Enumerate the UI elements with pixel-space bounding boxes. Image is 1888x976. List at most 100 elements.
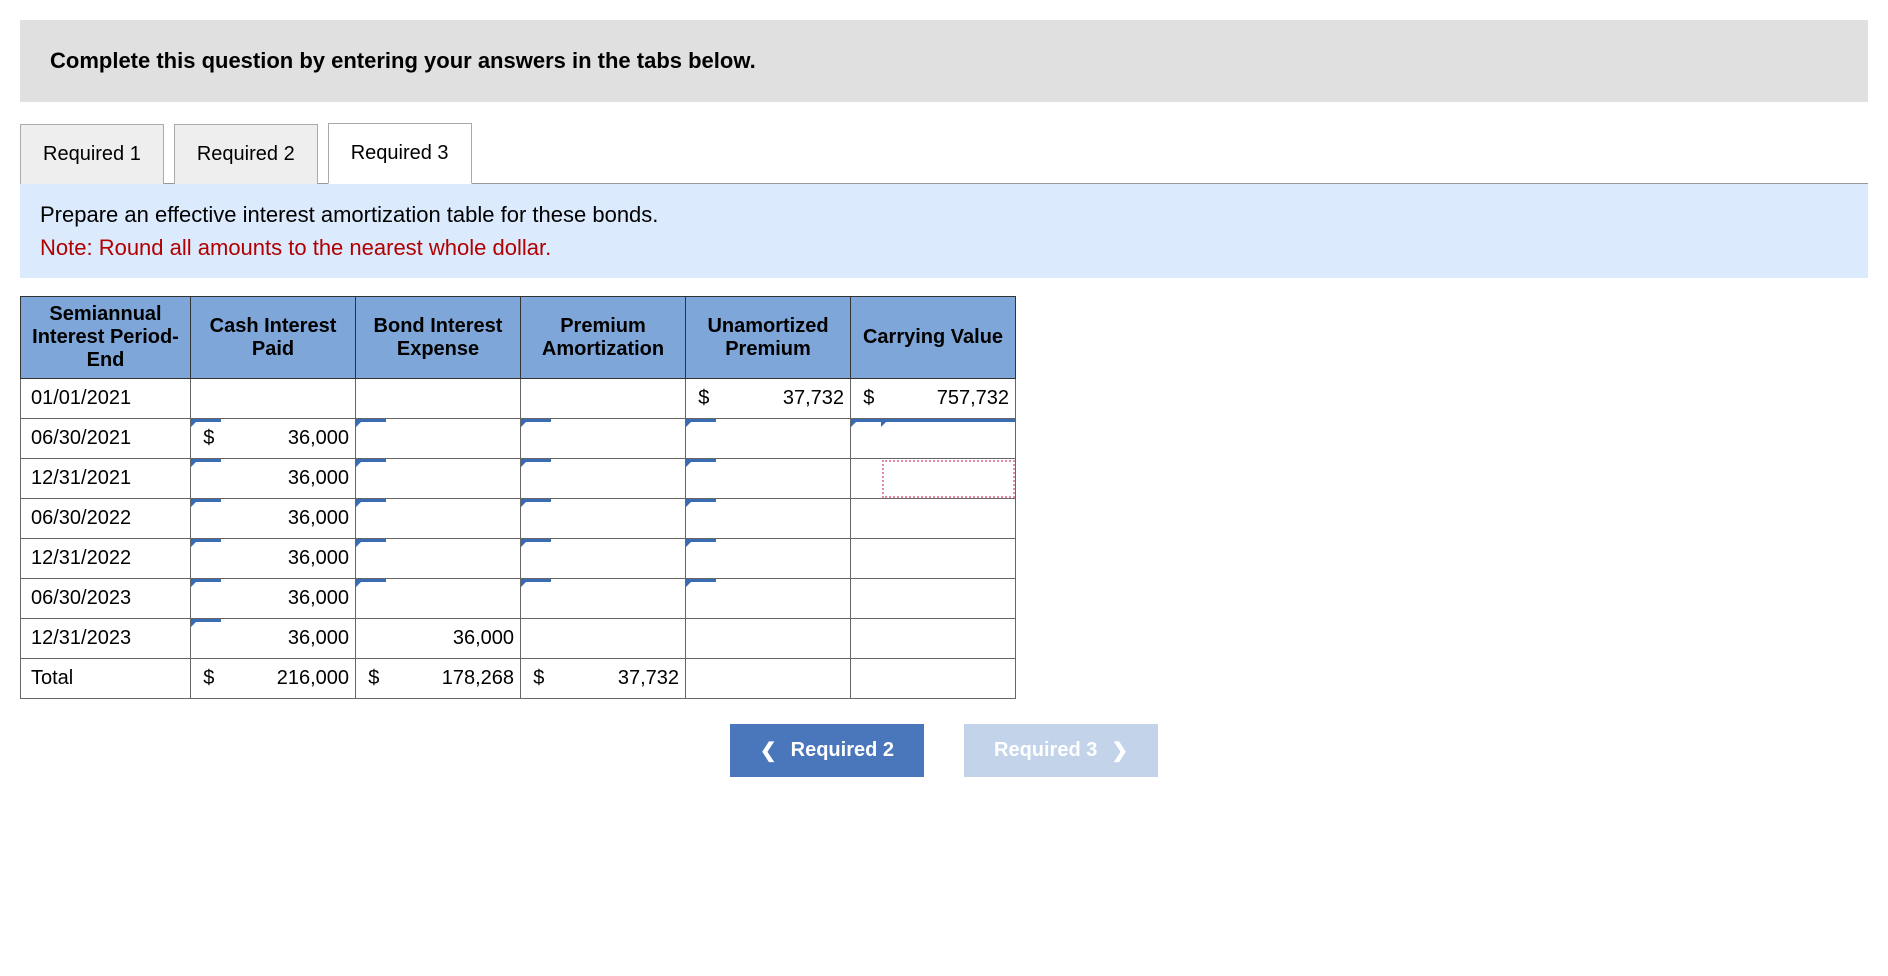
un-symbol-cell[interactable] [686, 459, 716, 499]
tabs-row: Required 1 Required 2 Required 3 [20, 122, 1868, 184]
exp-value-cell [386, 379, 521, 419]
cash-symbol-cell[interactable] [191, 619, 221, 659]
cash-value-cell[interactable]: 36,000 [221, 499, 356, 539]
am-symbol-cell[interactable] [521, 579, 551, 619]
header-period: Semiannual Interest Period-End [21, 297, 191, 379]
header-carrying: Carrying Value [851, 297, 1016, 379]
instruction-banner: Complete this question by entering your … [20, 20, 1868, 102]
period-cell: 12/31/2022 [21, 539, 191, 579]
cash-value-cell[interactable]: 36,000 [221, 459, 356, 499]
am-value-cell[interactable] [551, 579, 686, 619]
period-cell: Total [21, 659, 191, 699]
am-value-cell: 37,732 [551, 659, 686, 699]
period-cell: 06/30/2021 [21, 419, 191, 459]
un-value-cell[interactable] [716, 499, 851, 539]
next-button[interactable]: Required 3 ❯ [964, 724, 1158, 777]
am-value-cell[interactable] [551, 459, 686, 499]
un-value-cell [716, 659, 851, 699]
car-symbol-cell[interactable] [851, 419, 881, 459]
cash-symbol-cell: $ [191, 659, 221, 699]
cash-symbol-cell[interactable] [191, 459, 221, 499]
am-symbol-cell[interactable] [521, 459, 551, 499]
cash-symbol-cell[interactable] [191, 499, 221, 539]
cash-symbol-cell[interactable]: $ [191, 419, 221, 459]
car-symbol-cell [851, 459, 881, 499]
exp-symbol-cell[interactable] [356, 459, 386, 499]
table-header-row: Semiannual Interest Period-End Cash Inte… [21, 297, 1016, 379]
tab-required-1[interactable]: Required 1 [20, 124, 164, 184]
period-cell: 12/31/2021 [21, 459, 191, 499]
prompt-note: Note: Round all amounts to the nearest w… [40, 231, 1848, 264]
exp-symbol-cell [356, 379, 386, 419]
period-cell: 12/31/2023 [21, 619, 191, 659]
exp-symbol-cell[interactable] [356, 499, 386, 539]
tab-required-3[interactable]: Required 3 [328, 123, 472, 184]
car-value-cell [881, 579, 1016, 619]
exp-value-cell[interactable] [386, 419, 521, 459]
header-amortization: Premium Amortization [521, 297, 686, 379]
amortization-table: Semiannual Interest Period-End Cash Inte… [20, 296, 1016, 699]
car-value-cell [881, 539, 1016, 579]
un-value-cell[interactable] [716, 579, 851, 619]
am-symbol-cell[interactable] [521, 419, 551, 459]
cash-value-cell [221, 379, 356, 419]
exp-value-cell[interactable] [386, 539, 521, 579]
cash-value-cell[interactable]: 36,000 [221, 619, 356, 659]
cash-value-cell[interactable]: 36,000 [221, 419, 356, 459]
exp-symbol-cell[interactable] [356, 419, 386, 459]
exp-symbol-cell[interactable] [356, 539, 386, 579]
amortization-table-wrap: Semiannual Interest Period-End Cash Inte… [20, 296, 1868, 699]
prompt-box: Prepare an effective interest amortizati… [20, 184, 1868, 278]
cash-value-cell[interactable]: 36,000 [221, 579, 356, 619]
prev-button[interactable]: ❮ Required 2 [730, 724, 924, 777]
un-value-cell [716, 619, 851, 659]
period-cell: 06/30/2022 [21, 499, 191, 539]
tab-required-2[interactable]: Required 2 [174, 124, 318, 184]
am-value-cell[interactable] [551, 499, 686, 539]
header-unamortized: Unamortized Premium [686, 297, 851, 379]
am-value-cell[interactable] [551, 539, 686, 579]
un-symbol-cell [686, 659, 716, 699]
exp-value-cell[interactable] [386, 459, 521, 499]
un-symbol-cell[interactable] [686, 539, 716, 579]
am-symbol-cell[interactable] [521, 499, 551, 539]
am-value-cell [551, 619, 686, 659]
car-symbol-cell: $ [851, 379, 881, 419]
car-value-cell[interactable] [881, 419, 1016, 459]
exp-value-cell[interactable] [386, 499, 521, 539]
am-symbol-cell: $ [521, 659, 551, 699]
exp-value-cell: 178,268 [386, 659, 521, 699]
cash-value-cell[interactable]: 36,000 [221, 539, 356, 579]
exp-value-cell[interactable] [386, 579, 521, 619]
un-value-cell: 37,732 [716, 379, 851, 419]
un-symbol-cell[interactable] [686, 499, 716, 539]
period-cell: 01/01/2021 [21, 379, 191, 419]
header-expense: Bond Interest Expense [356, 297, 521, 379]
un-value-cell[interactable] [716, 539, 851, 579]
period-cell: 06/30/2023 [21, 579, 191, 619]
chevron-left-icon: ❮ [760, 738, 777, 763]
cash-value-cell: 216,000 [221, 659, 356, 699]
car-symbol-cell [851, 659, 881, 699]
un-value-cell[interactable] [716, 459, 851, 499]
table-row: 06/30/2021$36,000 [21, 419, 1016, 459]
exp-symbol-cell[interactable] [356, 579, 386, 619]
exp-value-cell: 36,000 [386, 619, 521, 659]
cash-symbol-cell[interactable] [191, 539, 221, 579]
un-symbol-cell[interactable] [686, 579, 716, 619]
cash-symbol-cell[interactable] [191, 579, 221, 619]
table-row: 06/30/2022 36,000 [21, 499, 1016, 539]
am-value-cell [551, 379, 686, 419]
un-value-cell[interactable] [716, 419, 851, 459]
am-symbol-cell [521, 619, 551, 659]
am-symbol-cell[interactable] [521, 539, 551, 579]
table-row: 12/31/2023 36,000 36,000 [21, 619, 1016, 659]
chevron-right-icon: ❯ [1111, 738, 1128, 763]
un-symbol-cell[interactable] [686, 419, 716, 459]
am-value-cell[interactable] [551, 419, 686, 459]
un-symbol-cell [686, 619, 716, 659]
car-value-cell [881, 659, 1016, 699]
car-value-cell [881, 459, 1016, 499]
exp-symbol-cell [356, 619, 386, 659]
car-value-cell [881, 499, 1016, 539]
